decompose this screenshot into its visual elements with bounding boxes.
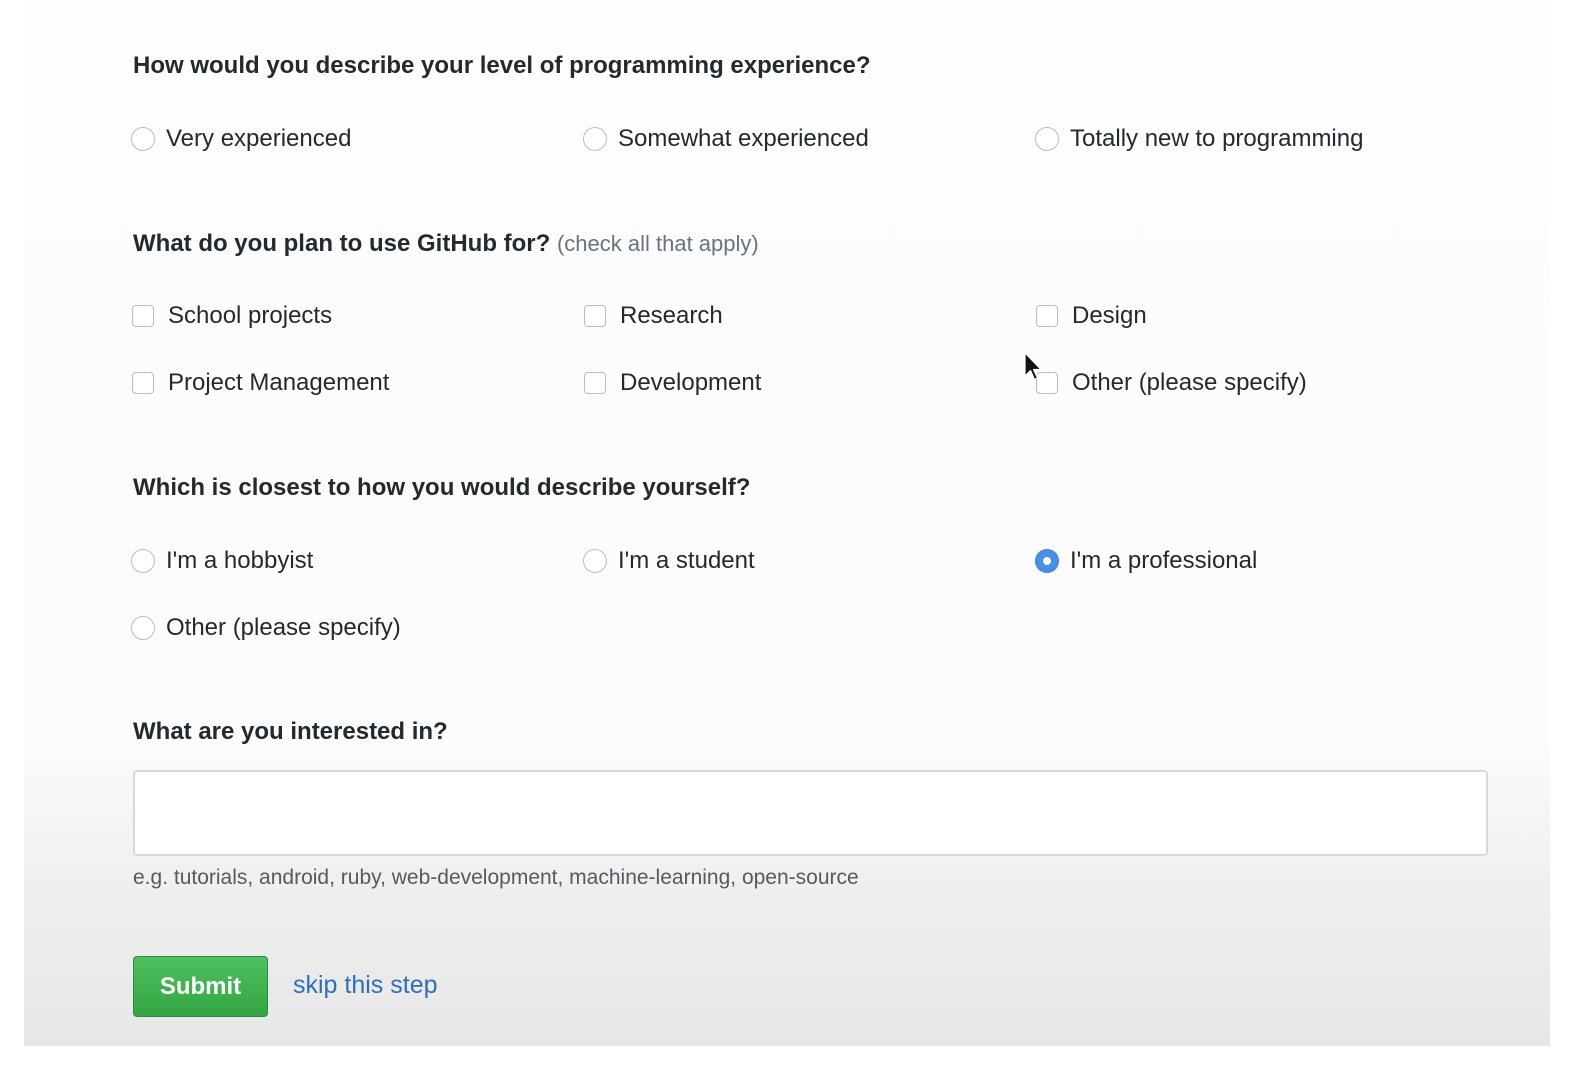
option-label: Very experienced [166, 125, 352, 152]
mouse-pointer-icon [1024, 352, 1042, 381]
checkbox[interactable] [1036, 305, 1058, 327]
radio-option-hobbyist[interactable]: I'm a hobbyist [131, 546, 313, 576]
radio-option-somewhat-experienced[interactable]: Somewhat experienced [583, 124, 869, 154]
radio-option-student[interactable]: I'm a student [583, 546, 755, 576]
radio-option-totally-new[interactable]: Totally new to programming [1035, 124, 1363, 154]
radio-button[interactable] [131, 616, 155, 640]
question-usage-title: What do you plan to use GitHub for? (che… [133, 230, 759, 258]
radio-button[interactable] [131, 127, 155, 151]
checkbox-option-project-management[interactable]: Project Management [132, 368, 389, 398]
skip-step-link[interactable]: skip this step [293, 971, 438, 1000]
option-label: Totally new to programming [1070, 125, 1364, 152]
option-label: Other (please specify) [166, 614, 401, 641]
interests-hint: e.g. tutorials, android, ruby, web-devel… [133, 866, 859, 889]
radio-button[interactable] [131, 549, 155, 573]
option-label: School projects [168, 302, 333, 329]
question-self-description-title: Which is closest to how you would descri… [133, 474, 751, 501]
option-label: Project Management [168, 369, 390, 396]
checkbox[interactable] [132, 372, 154, 394]
option-label: I'm a student [618, 547, 755, 574]
question-usage-note: (check all that apply) [556, 231, 759, 256]
option-label: Other (please specify) [1072, 369, 1307, 396]
option-label: Development [620, 369, 762, 396]
checkbox[interactable] [584, 372, 606, 394]
interests-input[interactable] [133, 770, 1488, 856]
option-label: Design [1072, 302, 1147, 329]
checkbox-option-school-projects[interactable]: School projects [132, 301, 332, 331]
radio-option-professional[interactable]: I'm a professional [1035, 546, 1257, 576]
option-label: Somewhat experienced [618, 125, 869, 152]
radio-option-other[interactable]: Other (please specify) [131, 613, 401, 643]
checkbox[interactable] [132, 305, 154, 327]
checkbox[interactable] [584, 305, 606, 327]
radio-option-very-experienced[interactable]: Very experienced [131, 124, 351, 154]
checkbox-option-research[interactable]: Research [584, 301, 723, 331]
radio-button[interactable] [1035, 127, 1059, 151]
checkbox-option-development[interactable]: Development [584, 368, 761, 398]
option-label: I'm a hobbyist [166, 547, 314, 574]
question-experience-title: How would you describe your level of pro… [133, 52, 871, 79]
question-interests-title: What are you interested in? [133, 718, 448, 745]
option-label: I'm a professional [1070, 547, 1258, 574]
radio-button-selected[interactable] [1035, 549, 1059, 573]
radio-button[interactable] [583, 127, 607, 151]
checkbox-option-other[interactable]: Other (please specify) [1036, 368, 1307, 398]
checkbox-option-design[interactable]: Design [1036, 301, 1147, 331]
radio-button[interactable] [583, 549, 607, 573]
option-label: Research [620, 302, 723, 329]
question-usage-text: What do you plan to use GitHub for? [133, 230, 551, 257]
submit-button[interactable]: Submit [133, 956, 268, 1017]
